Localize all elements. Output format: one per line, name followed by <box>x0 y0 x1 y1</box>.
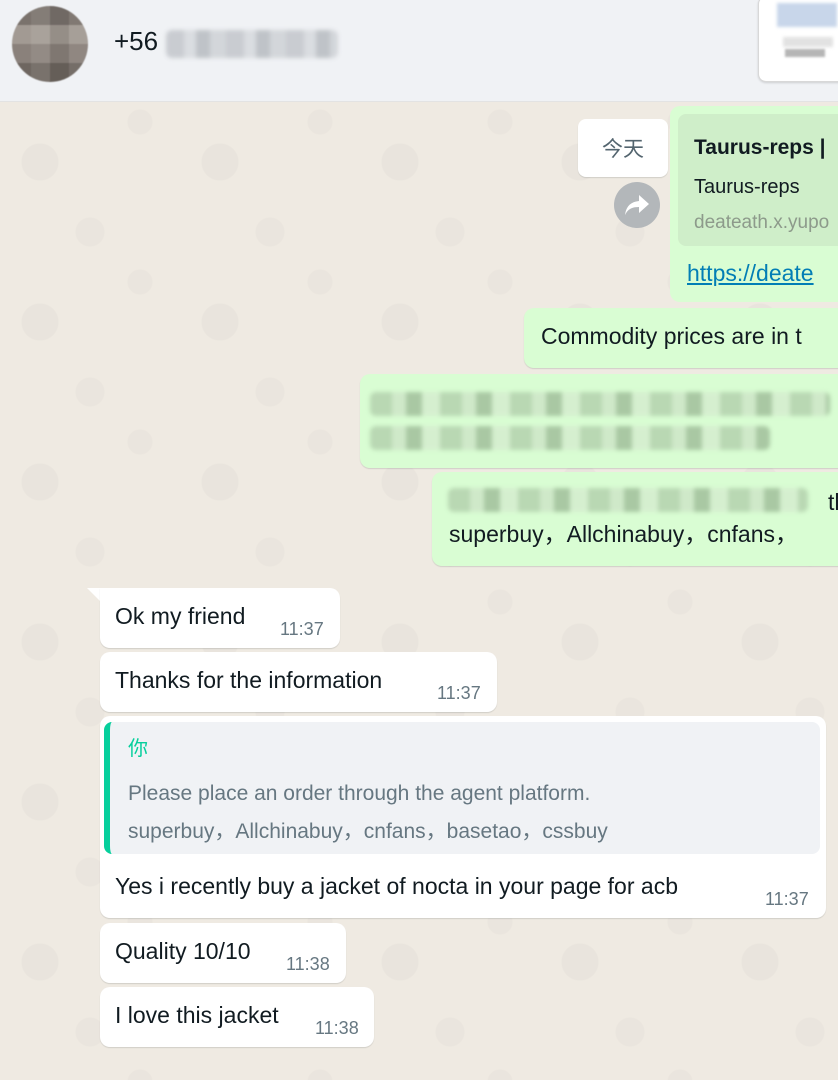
incoming-reply-message[interactable]: 你 Please place an order through the agen… <box>100 716 826 918</box>
chat-header: +56 <box>0 0 838 102</box>
message-timestamp: 11:38 <box>286 954 330 974</box>
outgoing-message[interactable]: the superbuy，Allchinabuy，cnfans， <box>432 472 838 566</box>
message-list[interactable]: 今天 Taurus-reps | Taurus-reps deateath.x.… <box>0 102 838 1080</box>
date-divider: 今天 <box>578 119 668 177</box>
message-timestamp: 11:37 <box>765 889 809 909</box>
message-text-partial: the <box>828 489 838 515</box>
link-preview-domain: deateath.x.yupo <box>694 212 830 233</box>
quoted-author: 你 <box>128 738 148 760</box>
message-link[interactable]: https://deate <box>687 260 814 287</box>
redacted-text <box>448 488 808 512</box>
redacted-phone-number <box>166 30 338 58</box>
message-text: Yes i recently buy a jacket of nocta in … <box>115 873 678 899</box>
contact-name[interactable]: +56 <box>114 26 158 57</box>
message-text: Ok my friend <box>115 603 246 629</box>
quoted-message[interactable]: 你 Please place an order through the agen… <box>104 722 820 854</box>
message-text: Thanks for the information <box>115 667 383 693</box>
media-preview-thumbnail[interactable] <box>758 0 838 82</box>
forward-icon[interactable] <box>614 182 660 228</box>
message-timestamp: 11:37 <box>437 683 481 703</box>
link-preview-title: Taurus-reps | <box>694 136 826 159</box>
redacted-text <box>370 426 770 450</box>
incoming-message[interactable]: Thanks for the information 11:37 <box>100 652 497 712</box>
message-timestamp: 11:37 <box>280 619 324 639</box>
outgoing-message[interactable]: Commodity prices are in t <box>524 308 838 368</box>
quoted-text-line: superbuy，Allchinabuy，cnfans，basetao，cssb… <box>128 820 608 843</box>
incoming-message[interactable]: I love this jacket 11:38 <box>100 987 374 1047</box>
link-preview-card[interactable]: Taurus-reps | Taurus-reps deateath.x.yup… <box>678 114 838 246</box>
outgoing-message-redacted[interactable] <box>360 374 838 468</box>
link-preview-description: Taurus-reps <box>694 176 800 198</box>
message-timestamp: 11:38 <box>315 1018 359 1038</box>
incoming-message[interactable]: Quality 10/10 11:38 <box>100 923 346 983</box>
forward-arrow-icon <box>625 195 649 215</box>
message-text: I love this jacket <box>115 1002 279 1028</box>
redacted-text <box>370 392 830 416</box>
message-text: Commodity prices are in t <box>541 323 802 349</box>
quoted-text-line: Please place an order through the agent … <box>128 782 591 805</box>
message-text: Quality 10/10 <box>115 938 251 964</box>
contact-avatar[interactable] <box>12 6 88 82</box>
incoming-message[interactable]: Ok my friend 11:37 <box>100 588 340 648</box>
message-text: superbuy，Allchinabuy，cnfans， <box>449 521 799 547</box>
bubble-tail <box>87 588 101 602</box>
outgoing-link-message[interactable]: Taurus-reps | Taurus-reps deateath.x.yup… <box>670 106 838 302</box>
